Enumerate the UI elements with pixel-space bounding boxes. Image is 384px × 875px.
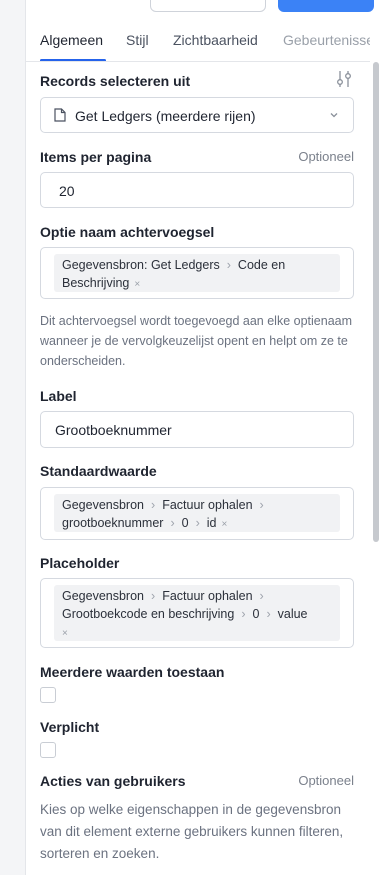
- left-canvas-strip: [0, 0, 26, 875]
- chip-part: Grootboekcode en beschrijving: [62, 607, 235, 621]
- tab-stijl[interactable]: Stijl: [126, 32, 149, 48]
- breadcrumb-chevron-icon: ›: [241, 607, 246, 621]
- multiple-checkbox[interactable]: [40, 687, 56, 703]
- active-tab-indicator: [40, 59, 106, 61]
- default-value-chip[interactable]: Gegevensbron › Factuur ophalen › grootboekn…: [54, 494, 340, 532]
- optional-badge: Optioneel: [298, 149, 354, 164]
- suffix-field[interactable]: Gegevensbron: Get Ledgers › Code en Beschr…: [40, 247, 354, 299]
- required-label: Verplicht: [40, 719, 100, 735]
- properties-panel: Algemeen Stijl Zichtbaarheid Gebeurtenis…: [26, 0, 370, 875]
- chip-part: Gegevensbron: [62, 498, 145, 512]
- label-value: Grootboeknummer: [55, 422, 172, 438]
- placeholder-field[interactable]: Gegevensbron › Factuur ophalen › Grootboekc…: [40, 578, 354, 648]
- records-value: Get Ledgers (meerdere rijen): [75, 108, 256, 124]
- tab-zichtbaarheid[interactable]: Zichtbaarheid: [173, 32, 258, 48]
- default-value-label: Standaardwaarde: [40, 463, 157, 479]
- items-per-page-input[interactable]: 20: [40, 172, 354, 208]
- scrollbar-thumb[interactable]: [373, 62, 379, 542]
- suffix-field-name: Code en: [237, 258, 286, 272]
- tab-algemeen[interactable]: Algemeen: [40, 32, 103, 48]
- placeholder-label: Placeholder: [40, 555, 120, 571]
- multiple-label: Meerdere waarden toestaan: [40, 664, 225, 680]
- default-value-field[interactable]: Gegevensbron › Factuur ophalen › grootboekn…: [40, 487, 354, 540]
- items-per-page-value: 20: [59, 183, 75, 199]
- user-actions-label: Acties van gebruikers: [40, 773, 186, 789]
- breadcrumb-chevron-icon: ›: [195, 516, 200, 530]
- breadcrumb-chevron-icon: ›: [266, 607, 271, 621]
- placeholder-chip[interactable]: Gegevensbron › Factuur ophalen › Grootboekc…: [54, 585, 340, 641]
- breadcrumb-chevron-icon: ›: [259, 589, 264, 603]
- remove-icon[interactable]: ×: [62, 628, 68, 639]
- chip-part: value: [277, 607, 308, 621]
- optional-badge: Optioneel: [298, 773, 354, 788]
- remove-icon[interactable]: ×: [134, 279, 140, 290]
- required-checkbox[interactable]: [40, 742, 56, 758]
- remove-icon[interactable]: ×: [221, 519, 227, 530]
- suffix-label: Optie naam achtervoegsel: [40, 224, 215, 240]
- tab-bar: Algemeen Stijl Zichtbaarheid Gebeurtenis…: [26, 24, 370, 62]
- suffix-source: Gegevensbron: Get Ledgers: [62, 258, 220, 272]
- tab-gebeurtenissen[interactable]: Gebeurtenissen: [283, 32, 370, 48]
- chip-part: Factuur ophalen: [162, 589, 253, 603]
- suffix-chip[interactable]: Gegevensbron: Get Ledgers › Code en Beschr…: [54, 254, 340, 292]
- records-label: Records selecteren uit: [40, 73, 191, 89]
- breadcrumb-chevron-icon: ›: [170, 516, 175, 530]
- items-per-page-label: Items per pagina: [40, 149, 152, 165]
- sliders-icon[interactable]: [336, 70, 352, 88]
- label-label: Label: [40, 388, 77, 404]
- chip-part: Gegevensbron: [62, 589, 145, 603]
- label-input[interactable]: Grootboeknummer: [40, 411, 354, 448]
- document-icon: [54, 108, 66, 122]
- chip-part: 0: [252, 607, 260, 621]
- chip-part: grootboeknummer: [62, 516, 164, 530]
- breadcrumb-chevron-icon: ›: [151, 498, 156, 512]
- suffix-help: Dit achtervoegsel wordt toegevoegd aan e…: [40, 314, 353, 368]
- breadcrumb-chevron-icon: ›: [259, 498, 264, 512]
- user-actions-help: Kies op welke eigenschappen in de gegeve…: [40, 802, 344, 861]
- chevron-down-icon: [330, 113, 338, 118]
- suffix-field-name-cont: Beschrijving: [62, 276, 130, 290]
- chip-part: Factuur ophalen: [162, 498, 253, 512]
- breadcrumb-chevron-icon: ›: [226, 258, 231, 272]
- breadcrumb-chevron-icon: ›: [151, 589, 156, 603]
- records-select[interactable]: Get Ledgers (meerdere rijen): [40, 97, 354, 133]
- chip-part: 0: [181, 516, 189, 530]
- chip-part: id: [206, 516, 217, 530]
